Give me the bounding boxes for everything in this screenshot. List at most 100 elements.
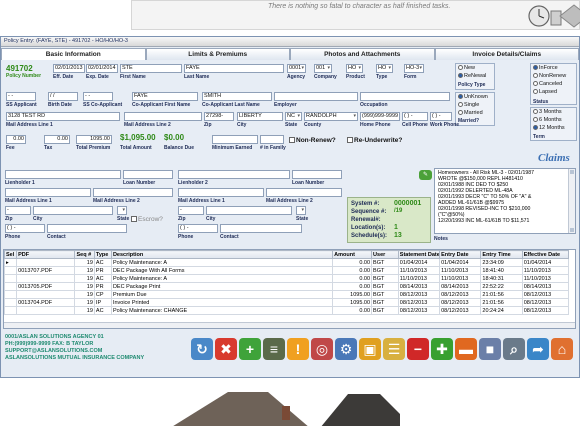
cell-phone-field[interactable]: ( ) -: [402, 112, 428, 121]
work-phone-field[interactable]: ( ) -: [430, 112, 452, 121]
add-icon[interactable]: +: [239, 338, 261, 360]
table-cell[interactable]: [16, 306, 76, 315]
table-row[interactable]: 19 AC Policy Maintenance: CHANGE 0.00 BGT 08/…: [4, 306, 570, 315]
type-select[interactable]: HO: [376, 64, 393, 73]
col-type-header[interactable]: Type: [93, 250, 112, 259]
lienholder-1-contact-field[interactable]: [47, 224, 127, 233]
company-select[interactable]: 001: [314, 64, 332, 73]
lienholder-1-city-field[interactable]: [33, 206, 113, 215]
table-cell[interactable]: ▸: [4, 258, 18, 267]
lienholder-2-state-select[interactable]: [296, 206, 306, 215]
table-row[interactable]: 19 CP Premium Due 1095.00 BGT 08/12/2013 08/12…: [4, 290, 570, 299]
magnify-icon[interactable]: ⌕: [503, 338, 525, 360]
col-entry-time-header[interactable]: Entry Time: [480, 250, 523, 259]
lienholder-2-addr2-field[interactable]: [266, 188, 342, 197]
table-row[interactable]: 19 AC Policy Maintenance: A 0.00 BGT 11/10/20…: [4, 274, 570, 283]
table-row[interactable]: 0013704.PDF 19 IP Invoice Printed 1095.00 BGT…: [4, 298, 570, 307]
col-amount-header[interactable]: Amount: [332, 250, 373, 259]
last-name-field[interactable]: FAYE: [184, 64, 284, 73]
table-cell[interactable]: [4, 282, 18, 291]
status-lapsed-radio[interactable]: Lapsed: [533, 89, 557, 95]
product-select[interactable]: HO: [346, 64, 363, 73]
lienholder-2-city-field[interactable]: [206, 206, 292, 215]
col-user-header[interactable]: User: [371, 250, 399, 259]
add-note-icon[interactable]: ✎: [419, 170, 432, 180]
notes-box[interactable]: Homeowners - All Risk ML-3 - 02/01/1987 …: [434, 168, 576, 234]
lienholder-2-loan-field[interactable]: [292, 170, 342, 179]
tab-invoice-claims[interactable]: Invoice Details/Claims: [434, 48, 579, 60]
ss-applicant-field[interactable]: - -: [6, 92, 36, 101]
fee-field[interactable]: 0.00: [6, 135, 26, 144]
lienholder-1-addr1-field[interactable]: [5, 188, 91, 197]
term-12-months-radio[interactable]: 12 Months: [533, 125, 565, 131]
status-canceled-radio[interactable]: Canceled: [533, 81, 562, 87]
table-cell[interactable]: [16, 258, 76, 267]
term-6-months-radio[interactable]: 6 Months: [533, 117, 562, 123]
search-chat-icon[interactable]: ◎: [311, 338, 333, 360]
col-pdf-header[interactable]: PDF: [16, 250, 76, 259]
table-horizontal-scrollbar[interactable]: [4, 322, 575, 328]
minimum-earned-field[interactable]: [212, 135, 258, 144]
status-nonrenew-radio[interactable]: NonRenew: [533, 73, 566, 79]
lienholder-1-name-field[interactable]: [5, 170, 121, 179]
policy-type-new-radio[interactable]: New: [458, 65, 475, 71]
lienholder-1-phone-field[interactable]: ( ) -: [5, 224, 45, 233]
warning-icon[interactable]: !: [287, 338, 309, 360]
lienholder-2-contact-field[interactable]: [220, 224, 302, 233]
calculator-icon[interactable]: ≡: [263, 338, 285, 360]
table-row[interactable]: 0013705.PDF 19 PR DEC Package Print 0.00 BGT 0…: [4, 282, 570, 291]
lienholder-2-zip-field[interactable]: -: [178, 206, 204, 215]
form-select[interactable]: HO-3: [404, 64, 424, 73]
minus-icon[interactable]: −: [407, 338, 429, 360]
lock-icon[interactable]: ▣: [359, 338, 381, 360]
col-description-header[interactable]: Description: [110, 250, 334, 259]
col-effective-date-header[interactable]: Effective Date: [521, 250, 570, 259]
table-cell[interactable]: [4, 306, 18, 315]
table-row[interactable]: 0013707.PDF 19 PR DEC Package With All Form…: [4, 266, 570, 275]
lienholder-1-state-select[interactable]: [117, 206, 127, 215]
married-married-radio[interactable]: Married: [458, 110, 483, 116]
in-family-field[interactable]: [260, 135, 284, 144]
forward-icon[interactable]: ➦: [527, 338, 549, 360]
table-cell[interactable]: [4, 274, 18, 283]
status-inforce-radio[interactable]: InForce: [533, 65, 558, 71]
lienholder-1-loan-field[interactable]: [123, 170, 173, 179]
lienholder-2-addr1-field[interactable]: [178, 188, 264, 197]
eff-date-field[interactable]: 02/01/2013: [53, 64, 85, 73]
occupation-field[interactable]: [360, 92, 450, 101]
table-cell[interactable]: 0013707.PDF: [16, 266, 76, 275]
first-name-field[interactable]: STE: [120, 64, 182, 73]
birth-date-field[interactable]: / /: [48, 92, 78, 101]
state-select[interactable]: NC: [285, 112, 302, 121]
tab-basic-information[interactable]: Basic Information: [1, 48, 146, 60]
city-field[interactable]: LIBERTY: [237, 112, 283, 121]
re-underwrite-checkbox[interactable]: Re-Underwrite?: [347, 137, 402, 144]
mail-address-line1-field[interactable]: 3128 TEST RD: [6, 112, 120, 121]
notes-scrollbar[interactable]: [568, 169, 575, 233]
table-cell[interactable]: [16, 274, 76, 283]
term-3-months-radio[interactable]: 3 Months: [533, 109, 562, 115]
settings-icon[interactable]: ⚙: [335, 338, 357, 360]
table-cell[interactable]: 0013705.PDF: [16, 282, 76, 291]
tab-photos-attachments[interactable]: Photos and Attachments: [290, 48, 435, 60]
table-cell[interactable]: [4, 290, 18, 299]
lienholder-1-zip-field[interactable]: -: [5, 206, 31, 215]
co-applicant-first-field[interactable]: FAYE: [132, 92, 198, 101]
refresh-icon[interactable]: ↻: [191, 338, 213, 360]
table-cell[interactable]: 0013704.PDF: [16, 298, 76, 307]
cancel-icon[interactable]: ✖: [215, 338, 237, 360]
total-premium-field[interactable]: 1095.00: [76, 135, 112, 144]
home-icon[interactable]: ⌂: [551, 338, 573, 360]
table-row[interactable]: ▸ 19 AC Policy Maintenance: A 0.00 BGT 01/04/2…: [4, 258, 570, 267]
mail-address-line2-field[interactable]: [124, 112, 202, 121]
col-sel-header[interactable]: Sel: [4, 250, 18, 259]
tab-limits-premiums[interactable]: Limits & Premiums: [145, 48, 290, 60]
eraser-icon[interactable]: ▬: [455, 338, 477, 360]
married-unknown-radio[interactable]: UnKnown: [458, 94, 488, 100]
tax-field[interactable]: 0.00: [44, 135, 70, 144]
lienholder-1-addr2-field[interactable]: [93, 188, 173, 197]
married-single-radio[interactable]: Single: [458, 102, 479, 108]
home-phone-field[interactable]: (999)999-9999: [360, 112, 400, 121]
agency-select[interactable]: 0001: [287, 64, 306, 73]
plus-icon[interactable]: ✚: [431, 338, 453, 360]
